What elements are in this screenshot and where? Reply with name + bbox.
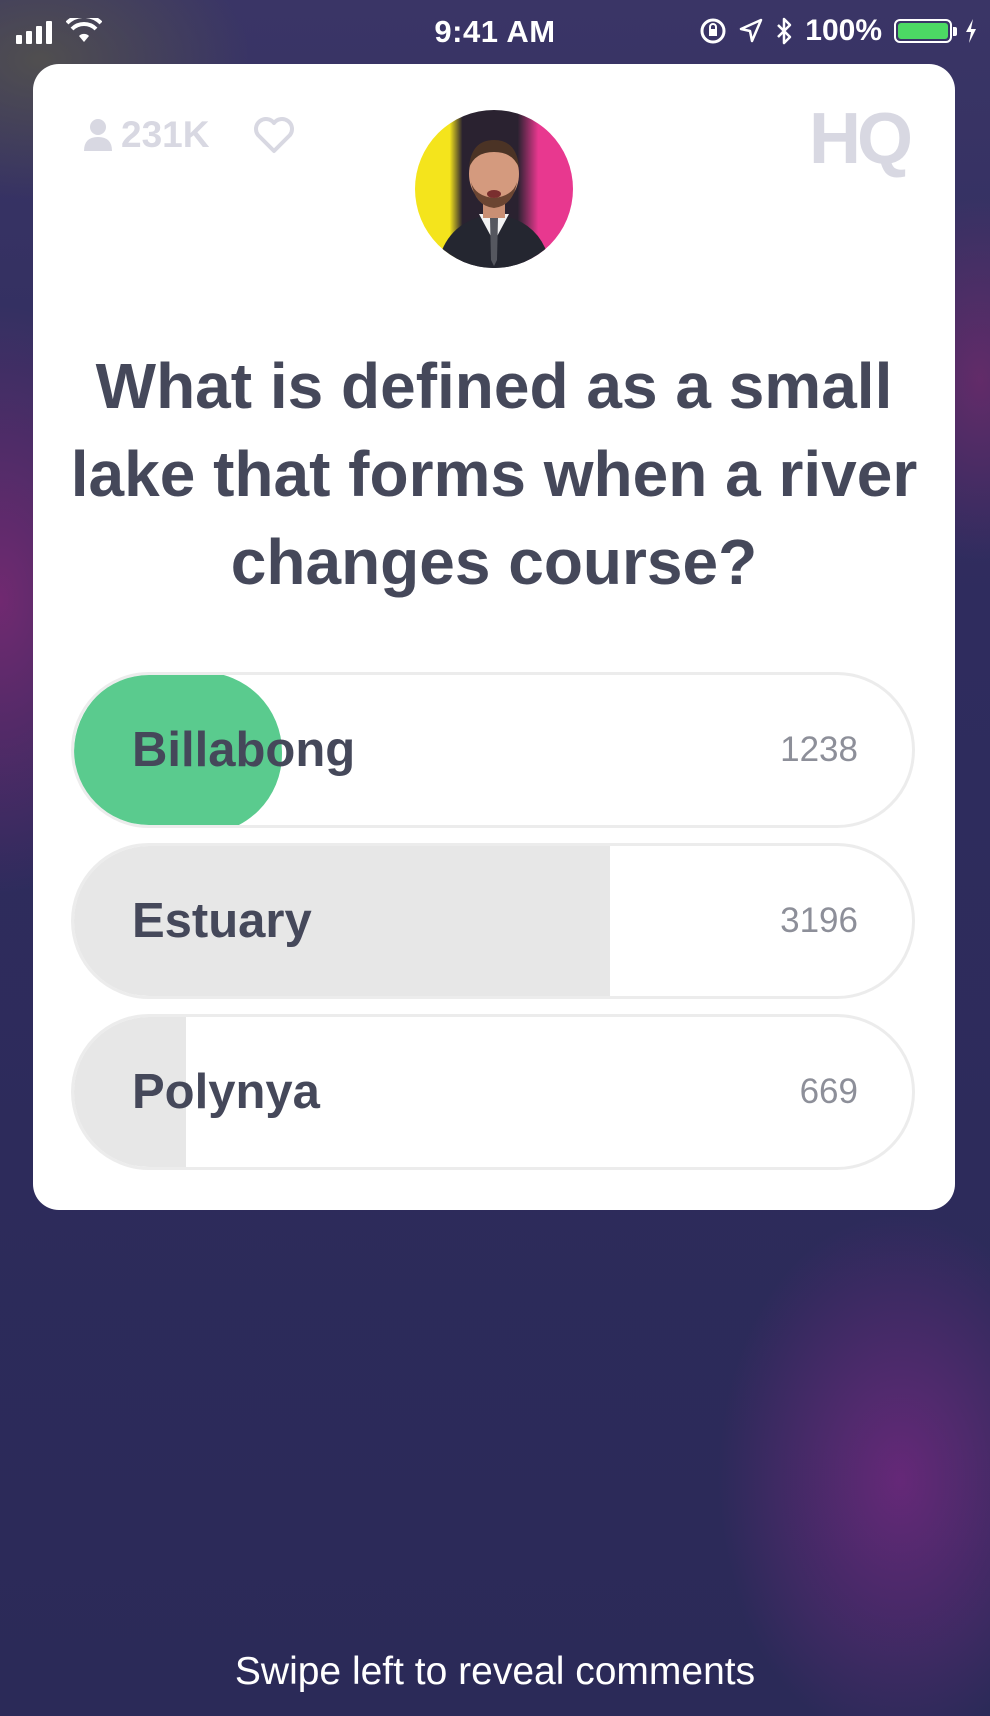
charging-icon (966, 19, 976, 43)
status-right: 100% (699, 14, 978, 48)
question-card: 231K HQ What is defined as a small lake … (33, 64, 955, 1210)
swipe-hint: Swipe left to reveal comments (234, 1650, 756, 1693)
answer-vote-count: 1238 (780, 730, 858, 769)
heart-icon[interactable] (253, 116, 295, 154)
location-icon (740, 18, 763, 43)
hq-logo: HQ (809, 99, 913, 179)
answer-vote-count: 669 (799, 1072, 858, 1111)
status-bar: 9:41 AM 100% (0, 0, 990, 62)
battery-percent: 100% (805, 14, 882, 47)
answer-option[interactable]: Polynya 669 (71, 1014, 915, 1170)
question-text: What is defined as a small lake that for… (70, 350, 918, 598)
host-figure (437, 140, 551, 268)
viewer-count: 231K (81, 114, 209, 156)
answer-vote-count: 3196 (780, 901, 858, 940)
answer-label: Billabong (132, 723, 356, 777)
answer-label: Polynya (132, 1065, 320, 1119)
bluetooth-icon (777, 17, 792, 45)
orientation-lock-icon (700, 18, 726, 44)
answer-option[interactable]: Billabong 1238 (71, 672, 915, 828)
host-avatar (415, 110, 573, 268)
answer-label: Estuary (132, 894, 312, 948)
person-icon (84, 119, 112, 151)
answer-option[interactable]: Estuary 3196 (71, 843, 915, 999)
battery-icon (894, 19, 957, 43)
viewer-count-value: 231K (121, 114, 210, 155)
